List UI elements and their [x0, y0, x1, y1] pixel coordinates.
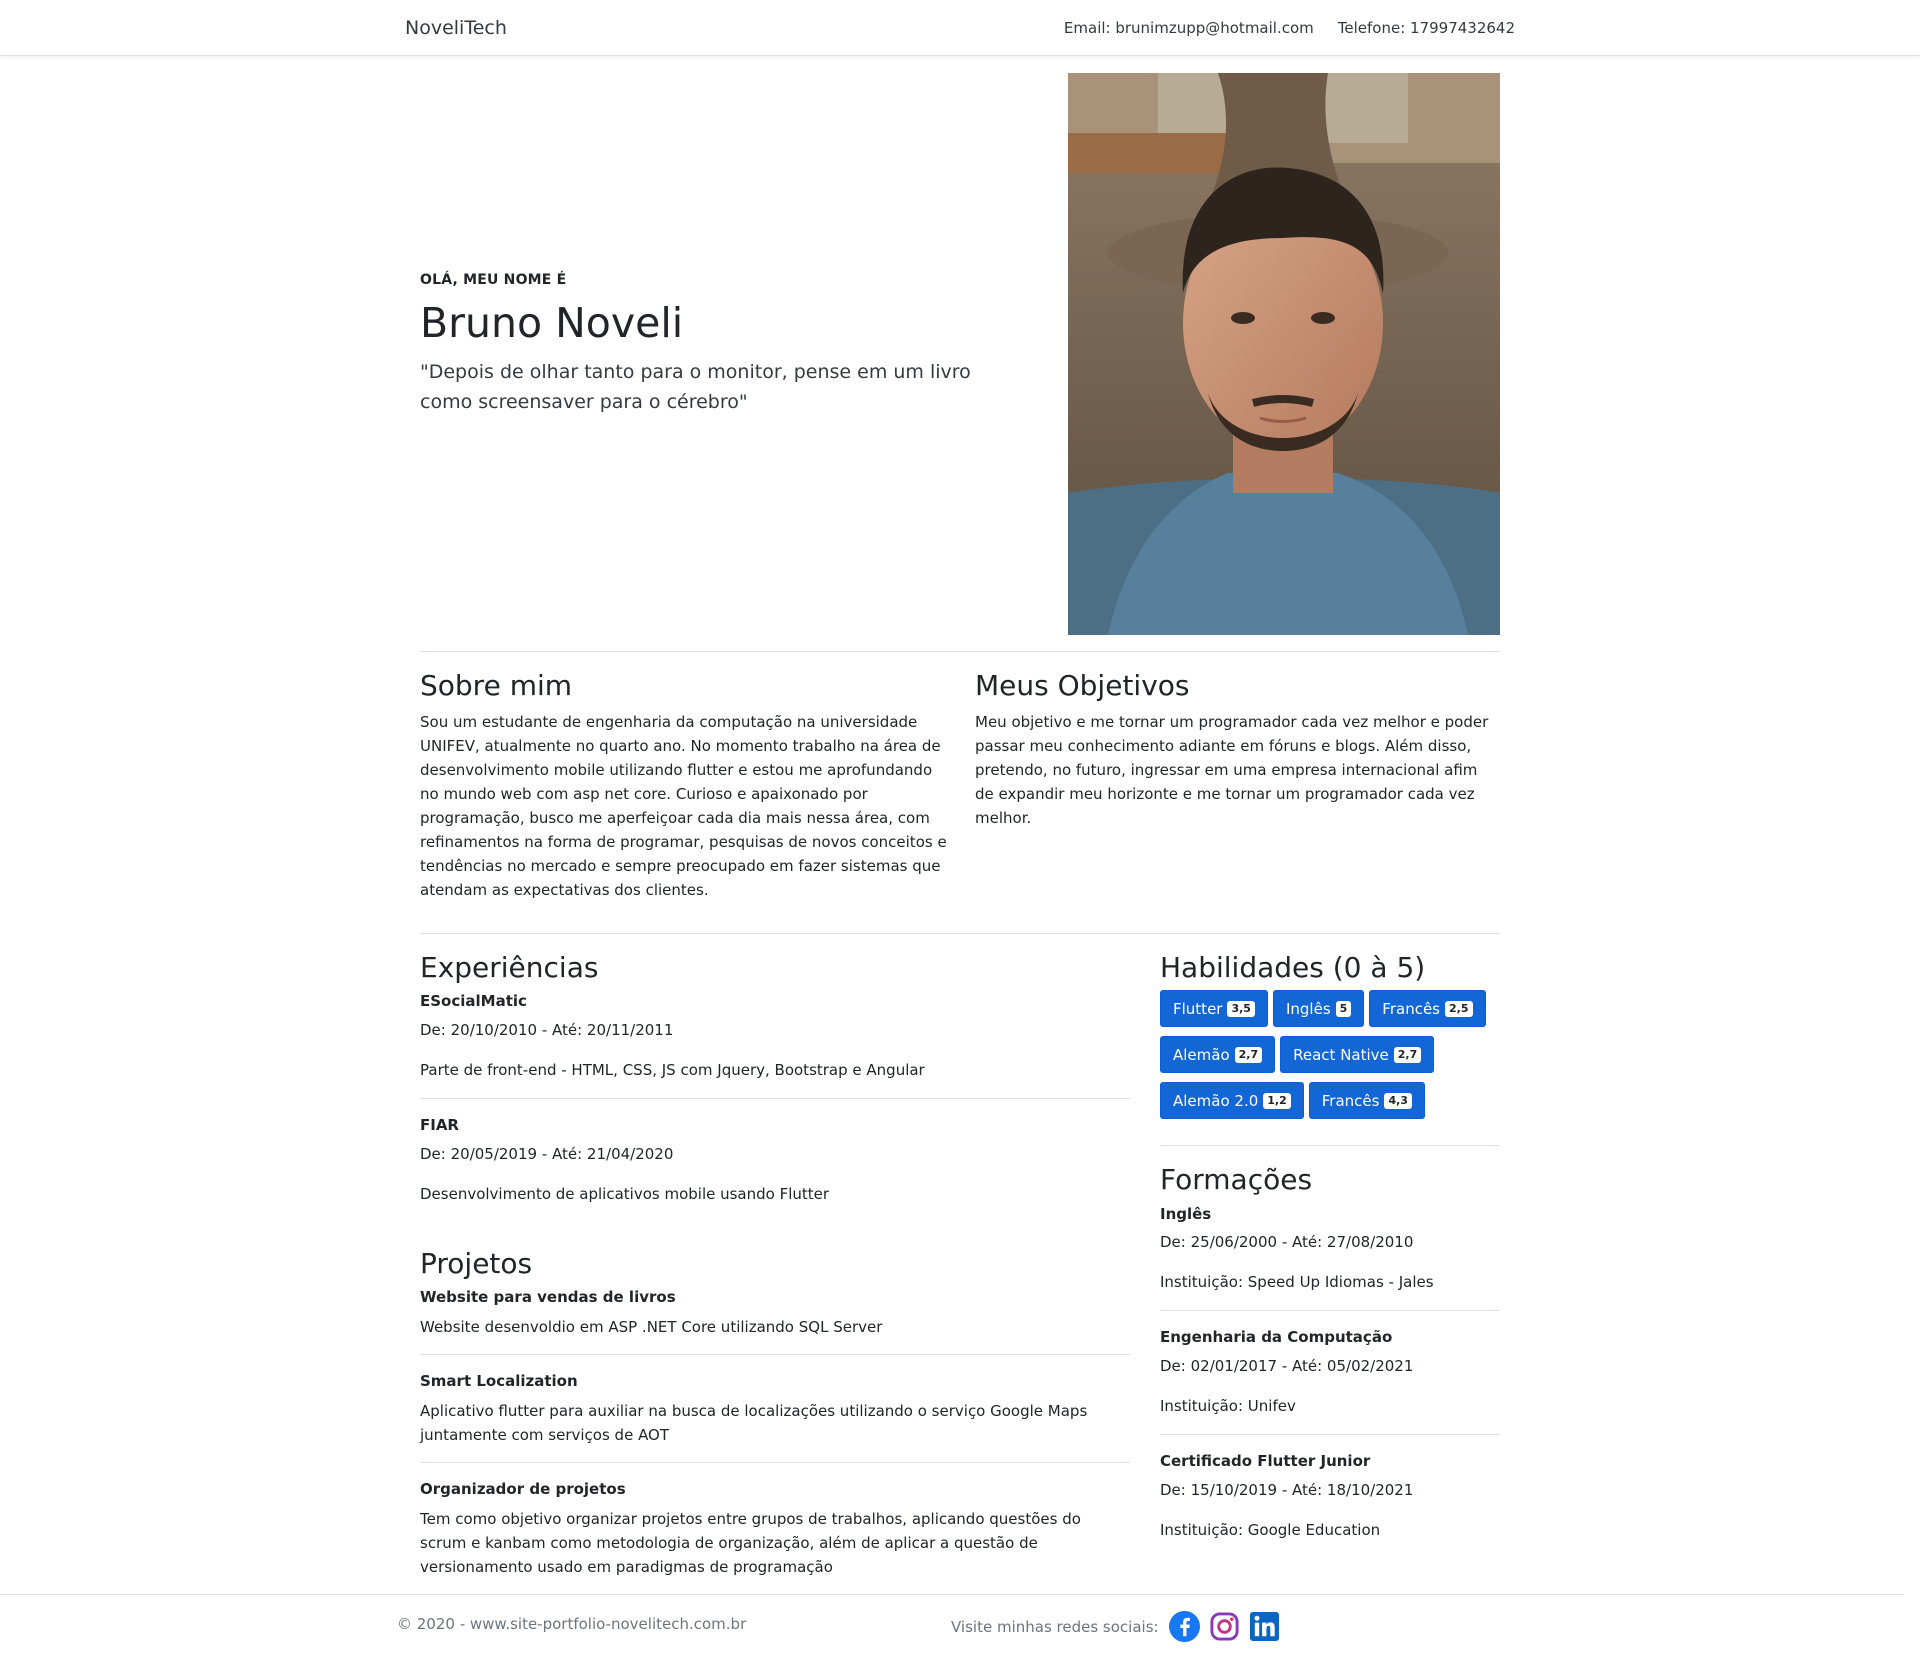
instagram-icon[interactable] [1209, 1611, 1240, 1642]
skill-score-badge: 4,3 [1384, 1092, 1412, 1109]
hero-name: Bruno Noveli [420, 299, 684, 347]
divider [1160, 1145, 1500, 1146]
skills-row: Flutter 3,5 Inglês 5 Francês 2,5 [1160, 990, 1500, 1027]
projects-title: Projetos [420, 1247, 533, 1280]
divider [1160, 1310, 1500, 1311]
goals-text: Meu objetivo e me tornar um programador … [975, 713, 1489, 827]
goals-title: Meus Objetivos [975, 669, 1190, 702]
education-course: Engenharia da Computação [1160, 1328, 1393, 1346]
experience-description: Desenvolvimento de aplicativos mobile us… [420, 1185, 830, 1203]
divider [420, 1462, 1130, 1463]
education-institution: Instituição: Google Education [1160, 1521, 1381, 1539]
profile-photo [1068, 73, 1500, 635]
education-period: De: 02/01/2017 - Até: 05/02/2021 [1160, 1357, 1414, 1375]
skill-label: React Native [1293, 1045, 1389, 1064]
hero: OLÁ, MEU NOME É Bruno Noveli "Depois de … [420, 272, 1020, 417]
skill-button[interactable]: Alemão 2,7 [1160, 1036, 1276, 1073]
skills-list: Flutter 3,5 Inglês 5 Francês 2,5 Alemão 2,7 … [1160, 990, 1500, 1128]
divider [420, 1354, 1130, 1355]
skill-label: Flutter [1173, 999, 1223, 1018]
project-description: Tem como objetivo organizar projetos ent… [420, 1510, 1081, 1576]
experience-period: De: 20/10/2010 - Até: 20/11/2011 [420, 1021, 674, 1039]
skill-score-badge: 5 [1335, 1000, 1352, 1017]
facebook-icon[interactable] [1168, 1611, 1200, 1642]
education-institution: Instituição: Unifev [1160, 1397, 1296, 1415]
footer-copyright: © 2020 - www.site-portfolio-novelitech.c… [397, 1615, 747, 1633]
experience-description: Parte de front-end - HTML, CSS, JS com J… [420, 1061, 925, 1079]
social-label: Visite minhas redes sociais: [951, 1617, 1159, 1636]
skill-button[interactable]: Francês 2,5 [1369, 990, 1486, 1027]
skill-label: Alemão 2.0 [1173, 1091, 1259, 1110]
skill-button[interactable]: Francês 4,3 [1308, 1082, 1425, 1119]
experience-company: FIAR [420, 1116, 459, 1134]
skill-score-badge: 3,5 [1227, 1000, 1255, 1017]
footer-social: Visite minhas redes sociais: [951, 1611, 1280, 1642]
skill-score-badge: 2,7 [1234, 1046, 1263, 1063]
project-name: Smart Localization [420, 1372, 578, 1390]
education-institution: Instituição: Speed Up Idiomas - Jales [1160, 1273, 1434, 1291]
skill-label: Francês [1382, 999, 1440, 1018]
project-name: Organizador de projetos [420, 1480, 626, 1498]
divider [420, 651, 1500, 652]
project-name: Website para vendas de livros [420, 1288, 676, 1306]
brand-link[interactable]: NoveliTech [405, 17, 507, 39]
skill-label: Inglês [1285, 999, 1331, 1018]
nav-phone[interactable]: Telefone: 17997432642 [1338, 19, 1515, 37]
linkedin-icon[interactable] [1249, 1611, 1280, 1642]
about-title: Sobre mim [420, 669, 573, 702]
nav-email[interactable]: Email: brunimzupp@hotmail.com [1064, 19, 1314, 37]
skill-score-badge: 2,7 [1393, 1046, 1422, 1063]
experience-period: De: 20/05/2019 - Até: 21/04/2020 [420, 1145, 674, 1163]
skills-title: Habilidades (0 à 5) [1160, 951, 1426, 984]
skills-row: Alemão 2,7 React Native 2,7 [1160, 1036, 1500, 1073]
education-title: Formações [1160, 1163, 1313, 1196]
about-text: Sou um estudante de engenharia da comput… [420, 713, 947, 899]
project-description: Aplicativo flutter para auxiliar na busc… [420, 1402, 1088, 1444]
divider [420, 1098, 1130, 1099]
skill-button[interactable]: Alemão 2.0 1,2 [1160, 1082, 1304, 1119]
navbar: NoveliTech Email: brunimzupp@hotmail.com… [0, 0, 1920, 56]
experience-company: ESocialMatic [420, 992, 527, 1010]
experiences-title: Experiências [420, 951, 599, 984]
divider [1160, 1434, 1500, 1435]
skill-score-badge: 1,2 [1263, 1092, 1291, 1109]
hero-eyebrow: OLÁ, MEU NOME É [420, 272, 567, 288]
divider [420, 933, 1500, 934]
hero-quote: "Depois de olhar tanto para o monitor, p… [420, 361, 971, 414]
education-period: De: 25/06/2000 - Até: 27/08/2010 [1160, 1233, 1414, 1251]
footer-divider [0, 1594, 1904, 1595]
education-period: De: 15/10/2019 - Até: 18/10/2021 [1160, 1481, 1414, 1499]
education-course: Inglês [1160, 1205, 1212, 1223]
skills-row: Alemão 2.0 1,2 Francês 4,3 [1160, 1082, 1500, 1119]
skill-label: Alemão [1173, 1045, 1230, 1064]
project-description: Website desenvoldio em ASP .NET Core uti… [420, 1318, 883, 1336]
skill-button[interactable]: React Native 2,7 [1280, 1036, 1435, 1073]
education-course: Certificado Flutter Junior [1160, 1452, 1371, 1470]
skill-score-badge: 2,5 [1445, 1000, 1473, 1017]
skill-label: Francês [1321, 1091, 1380, 1110]
skill-button[interactable]: Flutter 3,5 [1160, 990, 1268, 1027]
skill-button[interactable]: Inglês 5 [1272, 990, 1365, 1027]
nav-contact: Email: brunimzupp@hotmail.com Telefone: … [1064, 19, 1515, 37]
